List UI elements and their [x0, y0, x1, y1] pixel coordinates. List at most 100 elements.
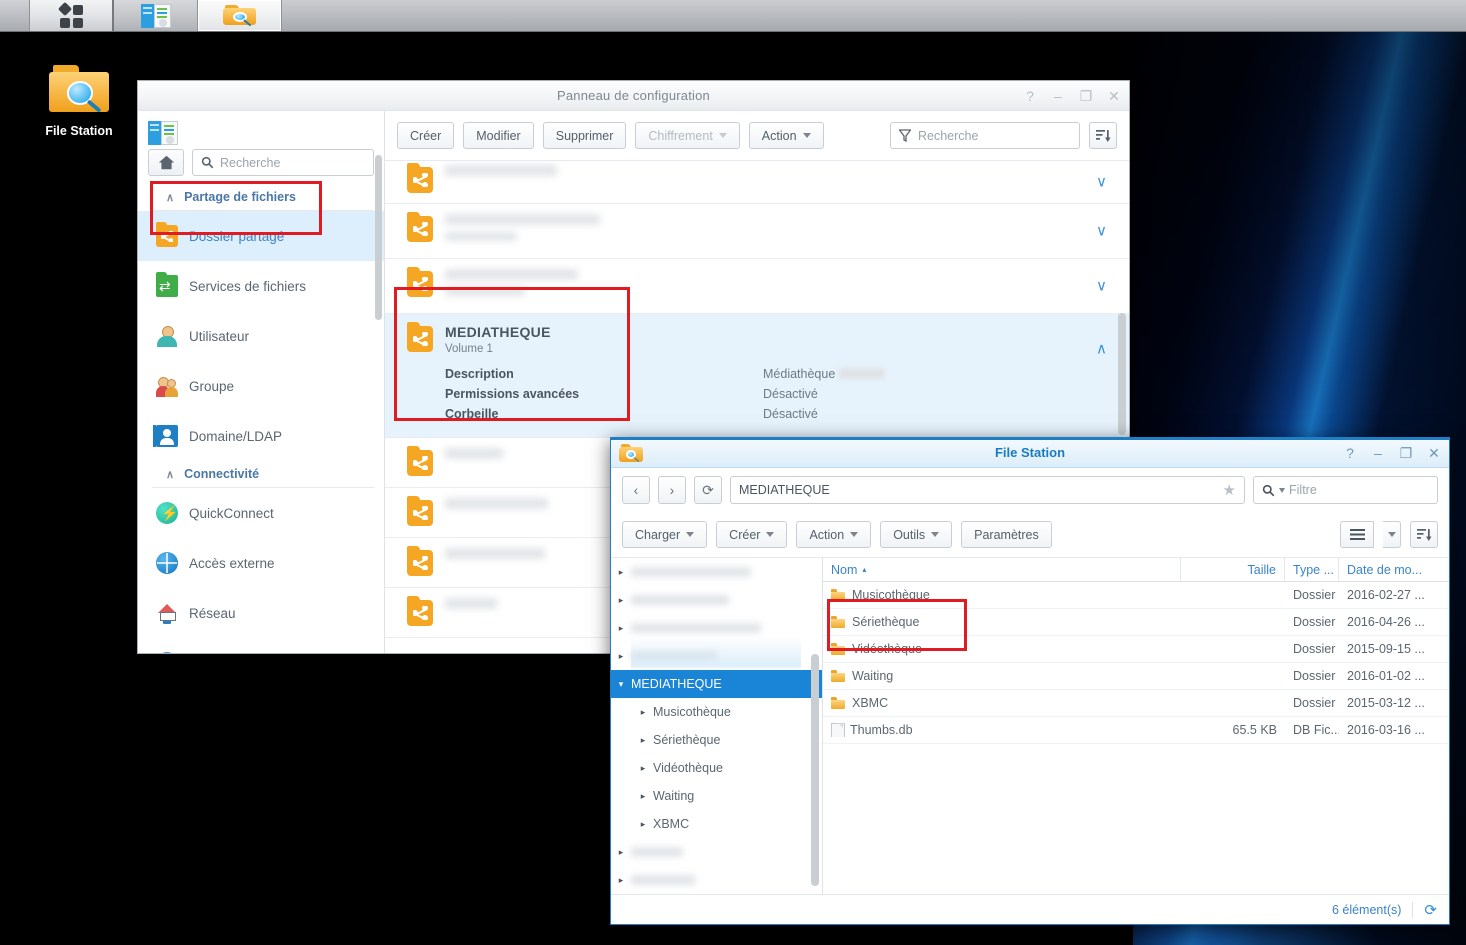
sidebar-scrollbar-thumb[interactable]: [375, 155, 382, 320]
tree-item-xbmc[interactable]: ▸ XBMC: [611, 810, 822, 838]
sort-button[interactable]: [1410, 521, 1438, 548]
sidebar-group-partage-de-fichiers[interactable]: ∧ Partage de fichiers: [152, 184, 374, 211]
close-button[interactable]: ✕: [1107, 89, 1121, 103]
chevron-right-icon[interactable]: ▸: [611, 595, 631, 606]
chevron-right-icon[interactable]: ▸: [633, 791, 653, 802]
taskbar-item-file-station[interactable]: [198, 0, 282, 31]
list-scrollbar-thumb[interactable]: [1118, 313, 1126, 435]
column-header-type[interactable]: Type ...: [1285, 558, 1339, 581]
sidebar-item-services-de-fichiers[interactable]: Services de fichiers: [138, 261, 384, 311]
action-button[interactable]: Action: [796, 521, 872, 548]
sidebar-item-utilisateur[interactable]: Utilisateur: [138, 311, 384, 361]
table-row[interactable]: ∨: [385, 259, 1129, 314]
charger-button[interactable]: Charger: [622, 521, 708, 548]
creer-button[interactable]: Créer: [716, 521, 788, 548]
tree-item[interactable]: ▸: [611, 642, 822, 670]
path-input[interactable]: MEDIATHEQUE ★: [730, 476, 1245, 504]
file-row-xbmc[interactable]: XBMC Dossier 2015-03-12 ...: [823, 690, 1449, 717]
sidebar-item-acces-externe[interactable]: Accès externe: [138, 538, 384, 588]
column-header-date[interactable]: Date de mo...: [1339, 558, 1449, 581]
table-row-mediatheque[interactable]: MEDIATHEQUE Volume 1 Description Médiath…: [385, 314, 1129, 438]
parametres-button[interactable]: Paramètres: [961, 521, 1052, 548]
file-row-thumbs-db[interactable]: Thumbs.db 65.5 KB DB Fic... 2016-03-16 .…: [823, 717, 1449, 744]
refresh-button[interactable]: ⟳: [694, 476, 722, 504]
control-panel-titlebar[interactable]: Panneau de configuration ? – ❐ ✕: [138, 81, 1129, 111]
action-button[interactable]: Action: [748, 122, 824, 149]
help-button[interactable]: ?: [1023, 89, 1037, 103]
chevron-right-icon[interactable]: ▸: [611, 567, 631, 578]
view-mode-button[interactable]: [1340, 521, 1374, 548]
tree-item[interactable]: ▸: [611, 586, 822, 614]
file-row-serietheque[interactable]: Sériethèque Dossier 2016-04-26 ...: [823, 609, 1449, 636]
tree-item[interactable]: ▸: [611, 558, 822, 586]
tree-item-videotheque[interactable]: ▸ Vidéothèque: [611, 754, 822, 782]
table-row[interactable]: ∨: [385, 161, 1129, 204]
file-row-musicotheque[interactable]: Musicothèque Dossier 2016-02-27 ...: [823, 582, 1449, 609]
expand-chevron-icon[interactable]: ∨: [1096, 175, 1107, 190]
sidebar-item-groupe[interactable]: Groupe: [138, 361, 384, 411]
minimize-button[interactable]: –: [1371, 446, 1385, 460]
help-button[interactable]: ?: [1343, 446, 1357, 460]
sort-button[interactable]: [1089, 122, 1117, 149]
sidebar-group-connectivite[interactable]: ∧ Connectivité: [152, 461, 374, 488]
user-icon: [156, 325, 178, 347]
sidebar-item-label: Utilisateur: [189, 328, 250, 344]
close-button[interactable]: ✕: [1427, 446, 1441, 460]
collapse-chevron-icon[interactable]: ∧: [1096, 342, 1107, 357]
chevron-down-icon[interactable]: ▾: [611, 679, 631, 690]
star-icon[interactable]: ★: [1223, 481, 1236, 499]
chevron-right-icon[interactable]: ▸: [633, 763, 653, 774]
tree-item-serietheque[interactable]: ▸ Sériethèque: [611, 726, 822, 754]
chevron-right-icon[interactable]: ▸: [611, 651, 631, 662]
sidebar-item-dossier-partage[interactable]: Dossier partagé: [138, 211, 384, 261]
chevron-right-icon[interactable]: ▸: [633, 735, 653, 746]
forward-button[interactable]: ›: [658, 476, 686, 504]
chevron-right-icon[interactable]: ▸: [611, 847, 631, 858]
redacted-label: [631, 567, 751, 577]
tree-item-mediatheque[interactable]: ▾ MEDIATHEQUE: [611, 670, 822, 698]
column-header-nom[interactable]: Nom ▴: [823, 558, 1181, 581]
sidebar-item-serveur-dhcp[interactable]: Serveur DHCP: [138, 638, 384, 653]
maximize-button[interactable]: ❐: [1399, 446, 1413, 460]
chiffrement-button[interactable]: Chiffrement: [635, 122, 740, 149]
chevron-right-icon[interactable]: ▸: [633, 819, 653, 830]
minimize-button[interactable]: –: [1051, 89, 1065, 103]
file-station-window: File Station ? – ❐ ✕ ‹ › ⟳ MEDIATHEQUE ★…: [610, 437, 1450, 925]
supprimer-button[interactable]: Supprimer: [542, 122, 627, 149]
modifier-button[interactable]: Modifier: [463, 122, 534, 149]
chevron-right-icon[interactable]: ▸: [633, 707, 653, 718]
chevron-down-icon: [718, 133, 727, 138]
tree-item[interactable]: ▸: [611, 838, 822, 866]
control-panel-search-input[interactable]: Recherche: [192, 149, 374, 176]
redacted-label: [631, 847, 683, 857]
refresh-icon[interactable]: ⟳: [1424, 901, 1437, 919]
back-button[interactable]: ‹: [622, 476, 650, 504]
shared-folder-search-input[interactable]: Recherche: [890, 122, 1080, 149]
home-button[interactable]: [148, 149, 184, 176]
maximize-button[interactable]: ❐: [1079, 89, 1093, 103]
column-header-taille[interactable]: Taille: [1181, 558, 1285, 581]
view-mode-dropdown[interactable]: [1383, 521, 1401, 548]
file-station-titlebar[interactable]: File Station ? – ❐ ✕: [611, 437, 1449, 468]
chevron-right-icon[interactable]: ▸: [611, 875, 631, 886]
file-row-waiting[interactable]: Waiting Dossier 2016-01-02 ...: [823, 663, 1449, 690]
sidebar-item-reseau[interactable]: Réseau: [138, 588, 384, 638]
expand-chevron-icon[interactable]: ∨: [1096, 224, 1107, 239]
file-row-videotheque[interactable]: Vidéothèque Dossier 2015-09-15 ...: [823, 636, 1449, 663]
creer-button[interactable]: Créer: [397, 122, 455, 149]
tree-item-musicotheque[interactable]: ▸ Musicothèque: [611, 698, 822, 726]
outils-button[interactable]: Outils: [880, 521, 953, 548]
chevron-right-icon[interactable]: ▸: [611, 623, 631, 634]
tree-item[interactable]: ▸: [611, 866, 822, 894]
tree-item-waiting[interactable]: ▸ Waiting: [611, 782, 822, 810]
taskbar-item-main-menu[interactable]: [30, 0, 114, 31]
filter-input[interactable]: Filtre: [1253, 476, 1438, 504]
table-row[interactable]: ∨: [385, 204, 1129, 259]
tree-scrollbar-thumb[interactable]: [811, 654, 819, 886]
sidebar-item-domaine-ldap[interactable]: Domaine/LDAP: [138, 411, 384, 461]
sidebar-item-quickconnect[interactable]: QuickConnect: [138, 488, 384, 538]
expand-chevron-icon[interactable]: ∨: [1096, 279, 1107, 294]
taskbar-item-control-panel[interactable]: [114, 0, 198, 31]
tree-item[interactable]: ▸: [611, 614, 822, 642]
desktop-icon-file-station[interactable]: File Station: [38, 62, 120, 138]
